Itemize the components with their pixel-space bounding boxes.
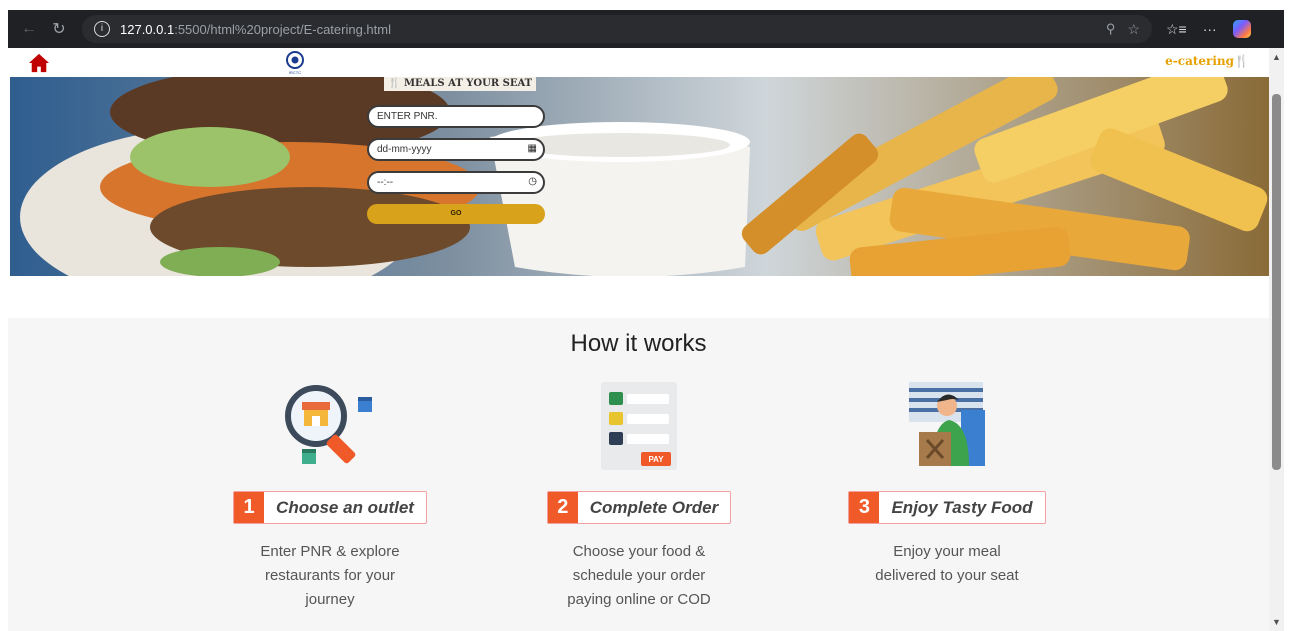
hero-title: 🍴 MEALS AT YOUR SEAT — [384, 77, 537, 91]
irctc-logo: IRCTC — [286, 51, 304, 75]
step-badge: 2 Complete Order — [546, 491, 732, 524]
step-desc-line: delivered to your seat — [875, 567, 1019, 584]
url-host: 127.0.0.1 — [120, 21, 175, 37]
step-number: 1 — [234, 492, 265, 523]
pnr-placeholder: ENTER PNR. — [377, 111, 438, 122]
pnr-form: ENTER PNR. dd-mm-yyyy ▦ --:-- ◷ GO — [367, 105, 545, 224]
step-desc-line: restaurants for your — [264, 567, 396, 584]
step-badge: 3 Enjoy Tasty Food — [848, 491, 1046, 524]
copilot-icon[interactable] — [1232, 20, 1251, 38]
home-icon[interactable] — [28, 53, 50, 73]
go-button[interactable]: GO — [367, 204, 545, 224]
cutlery-icon: 🍴 — [1234, 54, 1249, 68]
how-it-works-section: How it works 1 Choose an outlet Enter PN… — [8, 318, 1269, 631]
step-badge: 1 Choose an outlet — [233, 491, 427, 524]
favorites-icon[interactable]: ☆≡ — [1166, 21, 1187, 38]
step-description: Enjoy your meal delivered to your seat — [827, 540, 1067, 588]
step-complete-order: PAY 2 Complete Order Choose your food & … — [519, 380, 759, 612]
more-icon[interactable]: ··· — [1203, 21, 1217, 37]
page-viewport: IRCTC e-catering🍴 🍴 MEALS AT YOUR SEAT E… — [8, 48, 1269, 631]
time-placeholder: --:-- — [377, 177, 394, 188]
step-desc-line: schedule your order — [572, 567, 706, 584]
cutlery-icon: 🍴 — [388, 78, 401, 89]
back-icon[interactable]: ← — [14, 20, 44, 38]
refresh-icon[interactable]: ↻ — [44, 19, 74, 39]
section-title: How it works — [570, 330, 707, 357]
step-description: Enter PNR & explore restaurants for your… — [210, 540, 450, 612]
star-icon[interactable]: ☆ — [1127, 21, 1140, 38]
info-icon[interactable]: i — [94, 21, 110, 37]
browser-window: ← ↻ i 127.0.0.1 :5500/html%20project/E-c… — [0, 0, 1290, 631]
url-path: :5500/html%20project/E-catering.html — [174, 21, 391, 37]
hero-title-text: MEALS AT YOUR SEAT — [403, 78, 533, 89]
scroll-down-icon[interactable]: ▼ — [1272, 617, 1281, 627]
address-bar[interactable]: i 127.0.0.1 :5500/html%20project/E-cater… — [82, 15, 1152, 43]
logo-text: IRCTC — [289, 70, 301, 75]
step-label: Complete Order — [589, 498, 719, 517]
date-input[interactable]: dd-mm-yyyy ▦ — [367, 138, 545, 161]
step-description: Choose your food & schedule your order p… — [519, 540, 759, 612]
outlet-search-illustration — [285, 385, 372, 464]
brand-name: e-catering🍴 — [1165, 54, 1249, 68]
pay-badge-text: PAY — [648, 455, 664, 464]
step-desc-line: Choose your food & — [572, 543, 706, 560]
calendar-icon[interactable]: ▦ — [528, 143, 537, 154]
step-number: 3 — [849, 492, 880, 523]
step-desc-line: Enter PNR & explore — [260, 543, 400, 560]
clock-icon[interactable]: ◷ — [528, 176, 537, 187]
date-placeholder: dd-mm-yyyy — [377, 144, 432, 155]
food-delivery-illustration — [909, 382, 985, 466]
step-label: Choose an outlet — [276, 498, 414, 517]
step-desc-line: paying online or COD — [567, 591, 711, 608]
page-scrollbar[interactable]: ▲ ▼ — [1269, 48, 1284, 631]
step-desc-line: Enjoy your meal — [893, 543, 1001, 560]
time-input[interactable]: --:-- ◷ — [367, 171, 545, 194]
step-choose-outlet: 1 Choose an outlet Enter PNR & explore r… — [210, 380, 450, 612]
step-number: 2 — [547, 492, 578, 523]
hero-banner: 🍴 MEALS AT YOUR SEAT ENTER PNR. dd-mm-yy… — [10, 77, 1269, 276]
zoom-icon[interactable]: ⚲ — [1106, 21, 1116, 37]
order-checklist-illustration: PAY — [601, 382, 677, 470]
scroll-up-icon[interactable]: ▲ — [1272, 52, 1281, 62]
step-enjoy-food: 3 Enjoy Tasty Food Enjoy your meal deliv… — [827, 380, 1067, 588]
step-label: Enjoy Tasty Food — [891, 498, 1033, 517]
step-desc-line: journey — [305, 591, 355, 608]
scrollbar-thumb[interactable] — [1272, 94, 1281, 470]
site-header: IRCTC e-catering🍴 — [8, 48, 1269, 77]
browser-toolbar: ← ↻ i 127.0.0.1 :5500/html%20project/E-c… — [8, 10, 1284, 48]
pnr-input[interactable]: ENTER PNR. — [367, 105, 545, 128]
food-photo — [10, 77, 1269, 276]
brand-text: e-catering — [1165, 54, 1235, 68]
